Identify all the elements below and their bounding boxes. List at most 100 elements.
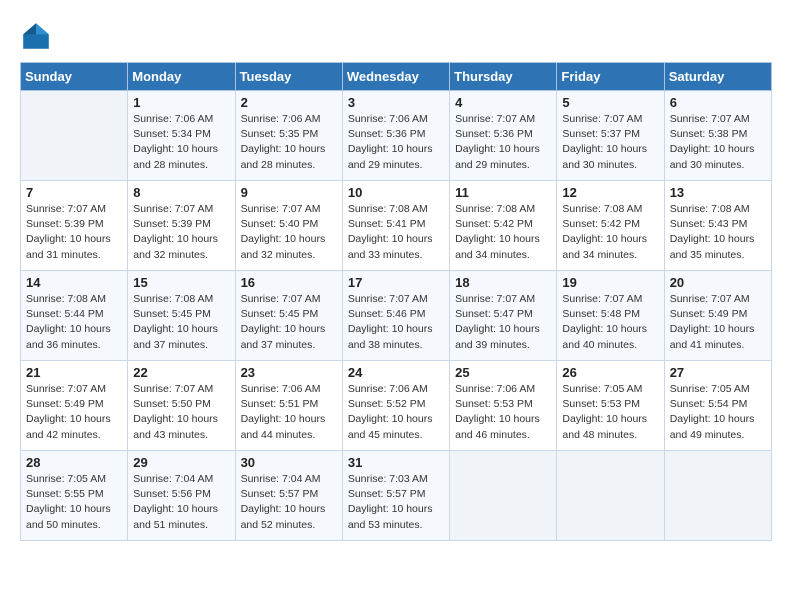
- day-info: Sunrise: 7:07 AMSunset: 5:39 PMDaylight:…: [133, 202, 229, 263]
- day-info: Sunrise: 7:06 AMSunset: 5:52 PMDaylight:…: [348, 382, 444, 443]
- day-number: 17: [348, 275, 444, 290]
- day-number: 7: [26, 185, 122, 200]
- day-cell: 12 Sunrise: 7:08 AMSunset: 5:42 PMDaylig…: [557, 181, 664, 271]
- day-cell: 29 Sunrise: 7:04 AMSunset: 5:56 PMDaylig…: [128, 451, 235, 541]
- day-info: Sunrise: 7:07 AMSunset: 5:40 PMDaylight:…: [241, 202, 337, 263]
- day-cell: 17 Sunrise: 7:07 AMSunset: 5:46 PMDaylig…: [342, 271, 449, 361]
- day-cell: 7 Sunrise: 7:07 AMSunset: 5:39 PMDayligh…: [21, 181, 128, 271]
- day-number: 3: [348, 95, 444, 110]
- day-number: 25: [455, 365, 551, 380]
- week-row-3: 14 Sunrise: 7:08 AMSunset: 5:44 PMDaylig…: [21, 271, 772, 361]
- day-number: 16: [241, 275, 337, 290]
- logo-icon: [20, 20, 52, 52]
- day-info: Sunrise: 7:05 AMSunset: 5:55 PMDaylight:…: [26, 472, 122, 533]
- day-info: Sunrise: 7:07 AMSunset: 5:50 PMDaylight:…: [133, 382, 229, 443]
- day-cell: [664, 451, 771, 541]
- day-number: 31: [348, 455, 444, 470]
- day-info: Sunrise: 7:07 AMSunset: 5:38 PMDaylight:…: [670, 112, 766, 173]
- day-cell: [557, 451, 664, 541]
- day-cell: 31 Sunrise: 7:03 AMSunset: 5:57 PMDaylig…: [342, 451, 449, 541]
- day-cell: [450, 451, 557, 541]
- week-row-2: 7 Sunrise: 7:07 AMSunset: 5:39 PMDayligh…: [21, 181, 772, 271]
- day-number: 6: [670, 95, 766, 110]
- day-info: Sunrise: 7:08 AMSunset: 5:42 PMDaylight:…: [562, 202, 658, 263]
- col-header-wednesday: Wednesday: [342, 63, 449, 91]
- day-number: 21: [26, 365, 122, 380]
- col-header-tuesday: Tuesday: [235, 63, 342, 91]
- day-info: Sunrise: 7:03 AMSunset: 5:57 PMDaylight:…: [348, 472, 444, 533]
- header-row: SundayMondayTuesdayWednesdayThursdayFrid…: [21, 63, 772, 91]
- col-header-monday: Monday: [128, 63, 235, 91]
- day-number: 23: [241, 365, 337, 380]
- day-cell: 3 Sunrise: 7:06 AMSunset: 5:36 PMDayligh…: [342, 91, 449, 181]
- day-number: 28: [26, 455, 122, 470]
- day-number: 5: [562, 95, 658, 110]
- day-info: Sunrise: 7:04 AMSunset: 5:56 PMDaylight:…: [133, 472, 229, 533]
- day-info: Sunrise: 7:07 AMSunset: 5:46 PMDaylight:…: [348, 292, 444, 353]
- day-cell: 26 Sunrise: 7:05 AMSunset: 5:53 PMDaylig…: [557, 361, 664, 451]
- day-cell: 1 Sunrise: 7:06 AMSunset: 5:34 PMDayligh…: [128, 91, 235, 181]
- day-info: Sunrise: 7:08 AMSunset: 5:42 PMDaylight:…: [455, 202, 551, 263]
- day-cell: 24 Sunrise: 7:06 AMSunset: 5:52 PMDaylig…: [342, 361, 449, 451]
- day-number: 10: [348, 185, 444, 200]
- day-number: 24: [348, 365, 444, 380]
- day-info: Sunrise: 7:07 AMSunset: 5:37 PMDaylight:…: [562, 112, 658, 173]
- day-number: 26: [562, 365, 658, 380]
- day-number: 14: [26, 275, 122, 290]
- day-cell: 20 Sunrise: 7:07 AMSunset: 5:49 PMDaylig…: [664, 271, 771, 361]
- day-cell: 4 Sunrise: 7:07 AMSunset: 5:36 PMDayligh…: [450, 91, 557, 181]
- day-info: Sunrise: 7:07 AMSunset: 5:39 PMDaylight:…: [26, 202, 122, 263]
- day-number: 12: [562, 185, 658, 200]
- day-cell: 6 Sunrise: 7:07 AMSunset: 5:38 PMDayligh…: [664, 91, 771, 181]
- day-info: Sunrise: 7:07 AMSunset: 5:49 PMDaylight:…: [26, 382, 122, 443]
- day-info: Sunrise: 7:07 AMSunset: 5:48 PMDaylight:…: [562, 292, 658, 353]
- day-info: Sunrise: 7:07 AMSunset: 5:36 PMDaylight:…: [455, 112, 551, 173]
- logo: [20, 20, 56, 52]
- day-cell: 2 Sunrise: 7:06 AMSunset: 5:35 PMDayligh…: [235, 91, 342, 181]
- day-cell: 5 Sunrise: 7:07 AMSunset: 5:37 PMDayligh…: [557, 91, 664, 181]
- day-number: 22: [133, 365, 229, 380]
- day-info: Sunrise: 7:07 AMSunset: 5:49 PMDaylight:…: [670, 292, 766, 353]
- day-cell: [21, 91, 128, 181]
- day-number: 15: [133, 275, 229, 290]
- day-number: 11: [455, 185, 551, 200]
- week-row-5: 28 Sunrise: 7:05 AMSunset: 5:55 PMDaylig…: [21, 451, 772, 541]
- day-info: Sunrise: 7:05 AMSunset: 5:53 PMDaylight:…: [562, 382, 658, 443]
- day-number: 19: [562, 275, 658, 290]
- day-info: Sunrise: 7:05 AMSunset: 5:54 PMDaylight:…: [670, 382, 766, 443]
- day-info: Sunrise: 7:07 AMSunset: 5:45 PMDaylight:…: [241, 292, 337, 353]
- day-cell: 25 Sunrise: 7:06 AMSunset: 5:53 PMDaylig…: [450, 361, 557, 451]
- day-info: Sunrise: 7:06 AMSunset: 5:35 PMDaylight:…: [241, 112, 337, 173]
- day-cell: 13 Sunrise: 7:08 AMSunset: 5:43 PMDaylig…: [664, 181, 771, 271]
- day-number: 4: [455, 95, 551, 110]
- day-number: 9: [241, 185, 337, 200]
- day-cell: 30 Sunrise: 7:04 AMSunset: 5:57 PMDaylig…: [235, 451, 342, 541]
- day-cell: 9 Sunrise: 7:07 AMSunset: 5:40 PMDayligh…: [235, 181, 342, 271]
- col-header-thursday: Thursday: [450, 63, 557, 91]
- week-row-1: 1 Sunrise: 7:06 AMSunset: 5:34 PMDayligh…: [21, 91, 772, 181]
- day-number: 30: [241, 455, 337, 470]
- day-cell: 16 Sunrise: 7:07 AMSunset: 5:45 PMDaylig…: [235, 271, 342, 361]
- day-info: Sunrise: 7:06 AMSunset: 5:51 PMDaylight:…: [241, 382, 337, 443]
- day-number: 8: [133, 185, 229, 200]
- day-number: 13: [670, 185, 766, 200]
- calendar-table: SundayMondayTuesdayWednesdayThursdayFrid…: [20, 62, 772, 541]
- day-cell: 21 Sunrise: 7:07 AMSunset: 5:49 PMDaylig…: [21, 361, 128, 451]
- day-cell: 15 Sunrise: 7:08 AMSunset: 5:45 PMDaylig…: [128, 271, 235, 361]
- day-cell: 8 Sunrise: 7:07 AMSunset: 5:39 PMDayligh…: [128, 181, 235, 271]
- day-number: 2: [241, 95, 337, 110]
- day-info: Sunrise: 7:08 AMSunset: 5:44 PMDaylight:…: [26, 292, 122, 353]
- day-cell: 18 Sunrise: 7:07 AMSunset: 5:47 PMDaylig…: [450, 271, 557, 361]
- day-info: Sunrise: 7:08 AMSunset: 5:41 PMDaylight:…: [348, 202, 444, 263]
- day-cell: 19 Sunrise: 7:07 AMSunset: 5:48 PMDaylig…: [557, 271, 664, 361]
- day-number: 27: [670, 365, 766, 380]
- day-cell: 11 Sunrise: 7:08 AMSunset: 5:42 PMDaylig…: [450, 181, 557, 271]
- week-row-4: 21 Sunrise: 7:07 AMSunset: 5:49 PMDaylig…: [21, 361, 772, 451]
- day-info: Sunrise: 7:07 AMSunset: 5:47 PMDaylight:…: [455, 292, 551, 353]
- col-header-saturday: Saturday: [664, 63, 771, 91]
- day-info: Sunrise: 7:06 AMSunset: 5:53 PMDaylight:…: [455, 382, 551, 443]
- day-info: Sunrise: 7:08 AMSunset: 5:43 PMDaylight:…: [670, 202, 766, 263]
- page-header: [20, 20, 772, 52]
- col-header-sunday: Sunday: [21, 63, 128, 91]
- day-number: 20: [670, 275, 766, 290]
